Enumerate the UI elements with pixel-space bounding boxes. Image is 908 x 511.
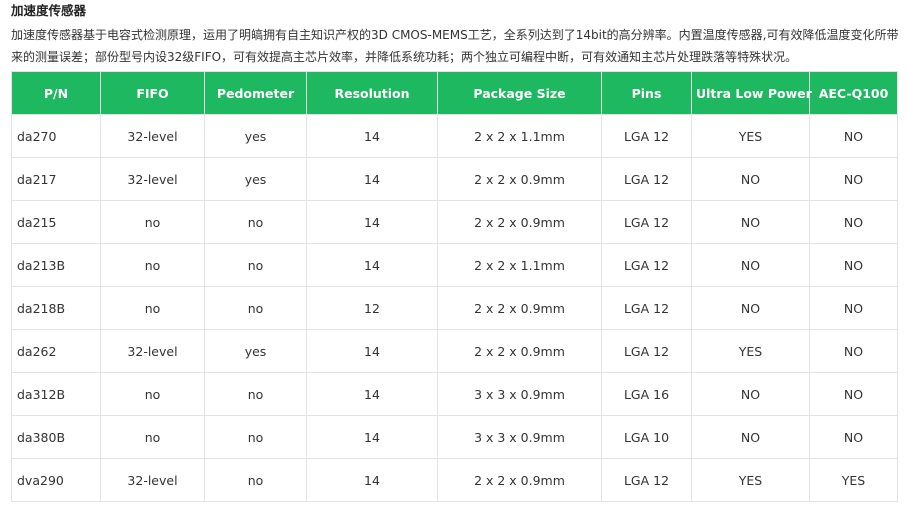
cell-package-size: 2 x 2 x 0.9mm bbox=[437, 329, 602, 373]
cell-aec-q100: NO bbox=[809, 286, 898, 330]
cell-pins: LGA 12 bbox=[601, 157, 692, 201]
cell-resolution: 14 bbox=[306, 458, 438, 502]
cell-ultra-low-power: YES bbox=[691, 329, 810, 373]
cell-package-size: 2 x 2 x 0.9mm bbox=[437, 157, 602, 201]
page-description: 加速度传感器基于电容式检测原理，运用了明皜拥有自主知识产权的3D CMOS-ME… bbox=[11, 28, 899, 64]
cell-resolution: 14 bbox=[306, 372, 438, 416]
cell-resolution: 14 bbox=[306, 114, 438, 158]
cell-ultra-low-power: NO bbox=[691, 372, 810, 416]
cell-package-size: 2 x 2 x 0.9mm bbox=[437, 200, 602, 244]
table-row: da215 no no 14 2 x 2 x 0.9mm LGA 12 NO N… bbox=[11, 200, 898, 244]
cell-resolution: 14 bbox=[306, 157, 438, 201]
col-header-pedometer: Pedometer bbox=[204, 71, 307, 115]
table-row: dva290 32-level no 14 2 x 2 x 0.9mm LGA … bbox=[11, 458, 898, 502]
table-row: da262 32-level yes 14 2 x 2 x 0.9mm LGA … bbox=[11, 329, 898, 373]
cell-fifo: no bbox=[100, 286, 205, 330]
cell-pn: da270 bbox=[11, 114, 101, 158]
cell-pins: LGA 12 bbox=[601, 458, 692, 502]
cell-pedometer: no bbox=[204, 372, 307, 416]
cell-package-size: 2 x 2 x 0.9mm bbox=[437, 458, 602, 502]
page-title: 加速度传感器 bbox=[11, 3, 87, 18]
cell-pn: dva290 bbox=[11, 458, 101, 502]
cell-pn: da213B bbox=[11, 243, 101, 287]
col-header-pn: P/N bbox=[11, 71, 101, 115]
cell-fifo: no bbox=[100, 415, 205, 459]
cell-package-size: 3 x 3 x 0.9mm bbox=[437, 372, 602, 416]
col-header-resolution: Resolution bbox=[306, 71, 438, 115]
cell-pins: LGA 12 bbox=[601, 329, 692, 373]
cell-resolution: 14 bbox=[306, 243, 438, 287]
cell-fifo: 32-level bbox=[100, 329, 205, 373]
cell-pins: LGA 12 bbox=[601, 243, 692, 287]
cell-fifo: 32-level bbox=[100, 458, 205, 502]
cell-pins: LGA 12 bbox=[601, 200, 692, 244]
cell-pedometer: no bbox=[204, 243, 307, 287]
table-header-row: P/N FIFO Pedometer Resolution Package Si… bbox=[11, 71, 898, 115]
cell-aec-q100: NO bbox=[809, 200, 898, 244]
cell-ultra-low-power: NO bbox=[691, 200, 810, 244]
table-row: da270 32-level yes 14 2 x 2 x 1.1mm LGA … bbox=[11, 114, 898, 158]
cell-aec-q100: NO bbox=[809, 157, 898, 201]
cell-pedometer: no bbox=[204, 415, 307, 459]
cell-fifo: no bbox=[100, 243, 205, 287]
cell-pn: da217 bbox=[11, 157, 101, 201]
col-header-pins: Pins bbox=[601, 71, 692, 115]
cell-fifo: 32-level bbox=[100, 114, 205, 158]
col-header-aec-q100: AEC-Q100 bbox=[809, 71, 898, 115]
page: 加速度传感器 加速度传感器基于电容式检测原理，运用了明皜拥有自主知识产权的3D … bbox=[0, 0, 908, 511]
cell-pins: LGA 12 bbox=[601, 286, 692, 330]
cell-aec-q100: YES bbox=[809, 458, 898, 502]
cell-ultra-low-power: NO bbox=[691, 157, 810, 201]
cell-aec-q100: NO bbox=[809, 415, 898, 459]
cell-pn: da312B bbox=[11, 372, 101, 416]
cell-fifo: 32-level bbox=[100, 157, 205, 201]
cell-ultra-low-power: YES bbox=[691, 114, 810, 158]
col-header-ultra-low-power: Ultra Low Power bbox=[691, 71, 812, 115]
cell-pedometer: yes bbox=[204, 114, 307, 158]
cell-package-size: 2 x 2 x 1.1mm bbox=[437, 243, 602, 287]
cell-ultra-low-power: NO bbox=[691, 415, 810, 459]
cell-package-size: 2 x 2 x 1.1mm bbox=[437, 114, 602, 158]
cell-resolution: 12 bbox=[306, 286, 438, 330]
cell-pedometer: yes bbox=[204, 157, 307, 201]
table-row: da380B no no 14 3 x 3 x 0.9mm LGA 10 NO … bbox=[11, 415, 898, 459]
cell-pedometer: no bbox=[204, 458, 307, 502]
cell-pedometer: no bbox=[204, 200, 307, 244]
cell-pn: da380B bbox=[11, 415, 101, 459]
table-row: da217 32-level yes 14 2 x 2 x 0.9mm LGA … bbox=[11, 157, 898, 201]
cell-ultra-low-power: YES bbox=[691, 458, 810, 502]
cell-pn: da218B bbox=[11, 286, 101, 330]
cell-pins: LGA 12 bbox=[601, 114, 692, 158]
spec-table: P/N FIFO Pedometer Resolution Package Si… bbox=[11, 71, 898, 502]
cell-pins: LGA 10 bbox=[601, 415, 692, 459]
cell-package-size: 2 x 2 x 0.9mm bbox=[437, 286, 602, 330]
cell-resolution: 14 bbox=[306, 200, 438, 244]
cell-fifo: no bbox=[100, 372, 205, 416]
table-row: da218B no no 12 2 x 2 x 0.9mm LGA 12 NO … bbox=[11, 286, 898, 330]
table-row: da213B no no 14 2 x 2 x 1.1mm LGA 12 NO … bbox=[11, 243, 898, 287]
cell-aec-q100: NO bbox=[809, 114, 898, 158]
col-header-fifo: FIFO bbox=[100, 71, 205, 115]
cell-package-size: 3 x 3 x 0.9mm bbox=[437, 415, 602, 459]
cell-resolution: 14 bbox=[306, 415, 438, 459]
cell-pins: LGA 16 bbox=[601, 372, 692, 416]
cell-aec-q100: NO bbox=[809, 243, 898, 287]
cell-pedometer: yes bbox=[204, 329, 307, 373]
cell-resolution: 14 bbox=[306, 329, 438, 373]
cell-ultra-low-power: NO bbox=[691, 243, 810, 287]
cell-ultra-low-power: NO bbox=[691, 286, 810, 330]
cell-pedometer: no bbox=[204, 286, 307, 330]
cell-aec-q100: NO bbox=[809, 372, 898, 416]
cell-pn: da215 bbox=[11, 200, 101, 244]
cell-pn: da262 bbox=[11, 329, 101, 373]
cell-aec-q100: NO bbox=[809, 329, 898, 373]
col-header-package-size: Package Size bbox=[437, 71, 602, 115]
cell-fifo: no bbox=[100, 200, 205, 244]
table-row: da312B no no 14 3 x 3 x 0.9mm LGA 16 NO … bbox=[11, 372, 898, 416]
